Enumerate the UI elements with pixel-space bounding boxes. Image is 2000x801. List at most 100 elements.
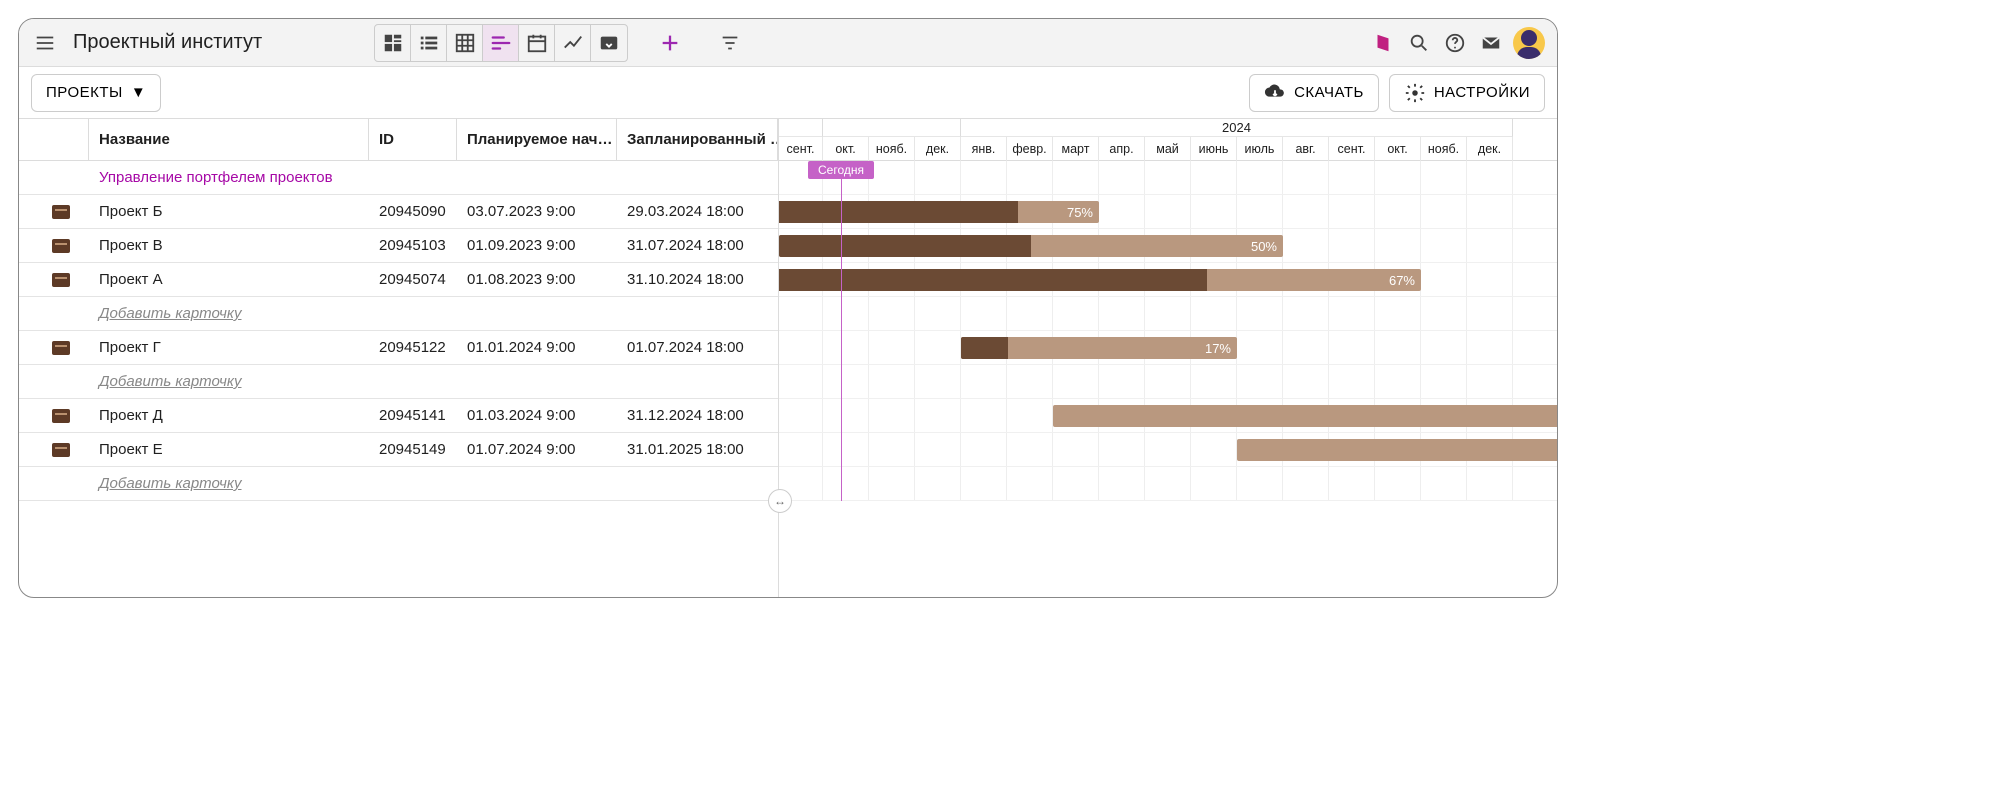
search-icon[interactable] xyxy=(1401,25,1437,61)
month-cell: дек. xyxy=(1467,137,1513,161)
gantt-bar[interactable]: 0% xyxy=(1237,439,1557,461)
gear-icon xyxy=(1404,82,1426,104)
table-row[interactable]: Добавить карточку xyxy=(19,365,778,399)
gantt-row xyxy=(779,297,1557,331)
month-cell: окт. xyxy=(1375,137,1421,161)
table-row[interactable]: Проект Д 20945141 01.03.2024 9:00 31.12.… xyxy=(19,399,778,433)
gantt-bar-pct: 67% xyxy=(1389,273,1415,288)
settings-button[interactable]: НАСТРОЙКИ xyxy=(1389,74,1545,112)
cell-start: 01.03.2024 9:00 xyxy=(457,407,617,424)
gantt-row: 67% xyxy=(779,263,1557,297)
month-cell: апр. xyxy=(1099,137,1145,161)
cell-start: 01.08.2023 9:00 xyxy=(457,271,617,288)
help-icon[interactable] xyxy=(1437,25,1473,61)
add-icon[interactable] xyxy=(652,25,688,61)
gantt-row: 0% xyxy=(779,433,1557,467)
gantt-bar-pct: 50% xyxy=(1251,239,1277,254)
gantt-bar-pct: 17% xyxy=(1205,341,1231,356)
table-rows: Управление портфелем проектов Проект Б 2… xyxy=(19,161,778,501)
view-switcher xyxy=(374,24,628,62)
sub-toolbar: ПРОЕКТЫ ▼ СКАЧАТЬ НАСТРОЙКИ xyxy=(19,67,1557,119)
chart-view-icon[interactable] xyxy=(555,25,591,61)
add-card-link[interactable]: Добавить карточку xyxy=(89,373,778,390)
col-handle xyxy=(19,119,89,160)
table-row[interactable]: Добавить карточку xyxy=(19,297,778,331)
archive-view-icon[interactable] xyxy=(591,25,627,61)
table-pane: Название ID Планируемое нач… Запланирова… xyxy=(19,119,779,597)
table-row[interactable]: Добавить карточку xyxy=(19,467,778,501)
cell-name: Проект А xyxy=(89,271,369,288)
download-label: СКАЧАТЬ xyxy=(1294,84,1364,101)
gantt-row: 75% xyxy=(779,195,1557,229)
col-end[interactable]: Запланированный … xyxy=(617,119,778,160)
table-row[interactable]: Проект Е 20945149 01.07.2024 9:00 31.01.… xyxy=(19,433,778,467)
table-row[interactable]: Проект Б 20945090 03.07.2023 9:00 29.03.… xyxy=(19,195,778,229)
group-title: Управление портфелем проектов xyxy=(89,169,778,186)
projects-dropdown-label: ПРОЕКТЫ xyxy=(46,84,123,101)
table-row[interactable]: Проект А 20945074 01.08.2023 9:00 31.10.… xyxy=(19,263,778,297)
col-start[interactable]: Планируемое нач… xyxy=(457,119,617,160)
col-id[interactable]: ID xyxy=(369,119,457,160)
cell-name: Проект Е xyxy=(89,441,369,458)
month-cell: сент. xyxy=(779,137,823,161)
month-cell: май xyxy=(1145,137,1191,161)
cell-end: 29.03.2024 18:00 xyxy=(617,203,778,220)
book-icon[interactable] xyxy=(1365,25,1401,61)
filter-icon[interactable] xyxy=(712,25,748,61)
briefcase-icon xyxy=(52,409,70,423)
gantt-row xyxy=(779,365,1557,399)
table-row[interactable]: Управление портфелем проектов xyxy=(19,161,778,195)
month-cell: окт. xyxy=(823,137,869,161)
gantt-row: 0% xyxy=(779,399,1557,433)
cloud-download-icon xyxy=(1264,82,1286,104)
app-title: Проектный институт xyxy=(73,31,262,54)
cell-name: Проект Б xyxy=(89,203,369,220)
gantt-bar[interactable]: 17% xyxy=(961,337,1237,359)
download-button[interactable]: СКАЧАТЬ xyxy=(1249,74,1379,112)
menu-icon[interactable] xyxy=(27,25,63,61)
app-window: Проектный институт xyxy=(18,18,1558,598)
gantt-row: 50% xyxy=(779,229,1557,263)
cell-id: 20945149 xyxy=(369,441,457,458)
col-name[interactable]: Название xyxy=(89,119,369,160)
main-toolbar: Проектный институт xyxy=(19,19,1557,67)
gantt-view-icon[interactable] xyxy=(483,25,519,61)
month-cell: дек. xyxy=(915,137,961,161)
cell-start: 03.07.2023 9:00 xyxy=(457,203,617,220)
table-row[interactable]: Проект В 20945103 01.09.2023 9:00 31.07.… xyxy=(19,229,778,263)
cell-name: Проект В xyxy=(89,237,369,254)
content-body: Название ID Планируемое нач… Запланирова… xyxy=(19,119,1557,597)
gantt-body: Сегодня75%50%67%17%0%0% xyxy=(779,161,1557,501)
month-cell: нояб. xyxy=(1421,137,1467,161)
gantt-bar[interactable]: 67% xyxy=(779,269,1421,291)
add-card-link[interactable]: Добавить карточку xyxy=(89,305,778,322)
split-handle[interactable]: ↔ xyxy=(768,489,792,513)
table-view-icon[interactable] xyxy=(447,25,483,61)
projects-dropdown[interactable]: ПРОЕКТЫ ▼ xyxy=(31,74,161,112)
month-cell: март xyxy=(1053,137,1099,161)
gantt-row xyxy=(779,161,1557,195)
cell-start: 01.07.2024 9:00 xyxy=(457,441,617,458)
timeline-header: 2024 сент.окт.нояб.дек.янв.февр.мартапр.… xyxy=(779,119,1557,161)
gantt-bar[interactable]: 0% xyxy=(1053,405,1557,427)
cell-name: Проект Д xyxy=(89,407,369,424)
list-view-icon[interactable] xyxy=(411,25,447,61)
gantt-row xyxy=(779,467,1557,501)
gantt-bar[interactable]: 50% xyxy=(779,235,1283,257)
cell-end: 31.12.2024 18:00 xyxy=(617,407,778,424)
calendar-view-icon[interactable] xyxy=(519,25,555,61)
briefcase-icon xyxy=(52,273,70,287)
cell-end: 31.01.2025 18:00 xyxy=(617,441,778,458)
cell-end: 01.07.2024 18:00 xyxy=(617,339,778,356)
add-card-link[interactable]: Добавить карточку xyxy=(89,475,778,492)
mail-icon[interactable] xyxy=(1473,25,1509,61)
board-view-icon[interactable] xyxy=(375,25,411,61)
briefcase-icon xyxy=(52,205,70,219)
month-cell: сент. xyxy=(1329,137,1375,161)
gantt-row: 17% xyxy=(779,331,1557,365)
cell-id: 20945141 xyxy=(369,407,457,424)
table-row[interactable]: Проект Г 20945122 01.01.2024 9:00 01.07.… xyxy=(19,331,778,365)
user-avatar[interactable] xyxy=(1513,27,1545,59)
gantt-bar[interactable]: 75% xyxy=(779,201,1099,223)
cell-id: 20945122 xyxy=(369,339,457,356)
